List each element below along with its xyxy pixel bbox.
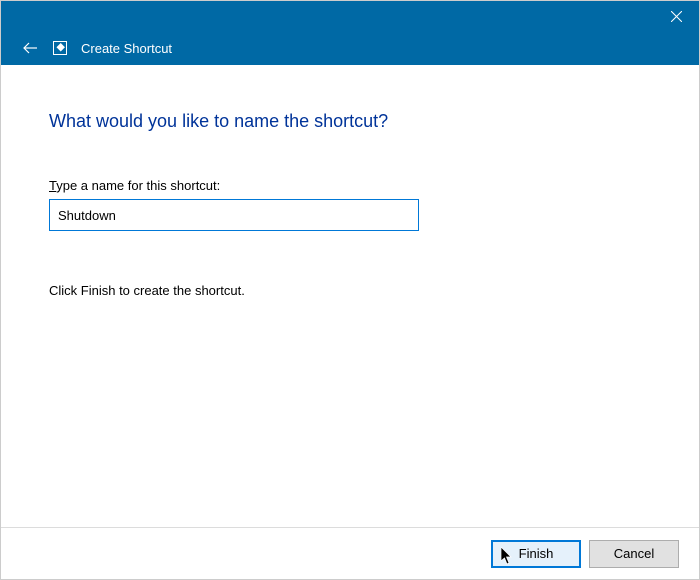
close-button[interactable]: [653, 1, 699, 31]
titlebar: Create Shortcut: [1, 1, 699, 65]
shortcut-name-input[interactable]: [49, 199, 419, 231]
content-area: What would you like to name the shortcut…: [1, 65, 699, 298]
input-label: Type a name for this shortcut:: [49, 178, 651, 193]
wizard-title: Create Shortcut: [81, 41, 172, 56]
close-icon: [671, 11, 682, 22]
shortcut-app-icon: [53, 41, 67, 55]
finish-button-label: Finish: [519, 546, 554, 561]
page-heading: What would you like to name the shortcut…: [49, 111, 651, 132]
cancel-button-label: Cancel: [614, 546, 654, 561]
back-arrow-icon: [22, 42, 38, 54]
hint-text: Click Finish to create the shortcut.: [49, 283, 651, 298]
finish-button[interactable]: Finish: [491, 540, 581, 568]
back-button[interactable]: [21, 39, 39, 57]
cursor-icon: [501, 547, 513, 565]
header-row: Create Shortcut: [1, 39, 172, 57]
footer: Finish Cancel: [1, 527, 699, 579]
cancel-button[interactable]: Cancel: [589, 540, 679, 568]
